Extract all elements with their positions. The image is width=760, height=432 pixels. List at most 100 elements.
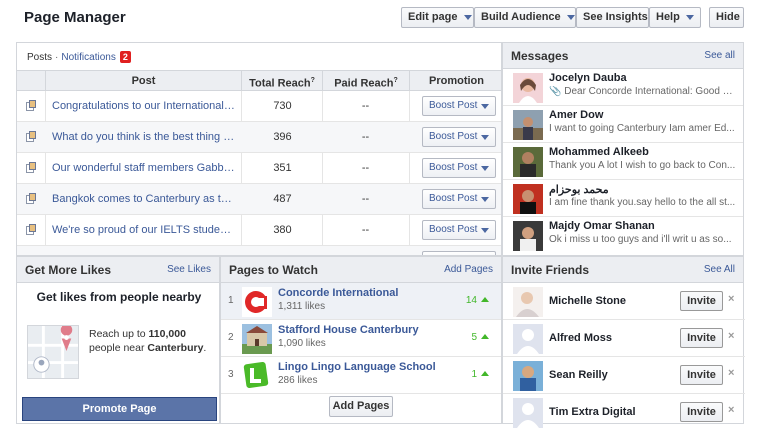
tab-notifications[interactable]: Notifications [61,52,115,63]
invite-button[interactable]: Invite [680,402,723,422]
invite-friends-header: Invite Friends See All [503,257,743,283]
pages-to-watch-panel: Pages to Watch Add Pages 1 Concorde Inte… [220,256,502,424]
message-item[interactable]: Jocelyn Dauba 📎 Dear Concorde Internatio… [503,69,743,106]
list-item[interactable]: 2 Stafford House Canterbury 1,090 likes … [221,320,501,357]
reach-text: Reach up to 110,000 people near Canterbu… [89,327,214,355]
close-icon[interactable]: × [728,330,734,342]
page-title: Page Manager [24,9,126,26]
help-button[interactable]: Help [649,7,701,28]
list-item[interactable]: 3 Lingo Lingo Language School 286 likes … [221,357,501,394]
col-total-reach-label: Total Reach [249,77,311,90]
total-reach-value: 487 [273,193,292,205]
page-likes: 286 likes [278,375,318,386]
stafford-house-logo-icon [242,324,272,354]
message-item[interactable]: محمد بوحزام I am fine thank you.say hell… [503,180,743,217]
table-row: Bangkok comes to Canterbury as the l... … [17,184,501,215]
total-reach-value: 396 [273,131,292,143]
see-insights-button[interactable]: See Insights [576,7,649,28]
reach-middle: people near [89,342,148,354]
rank-number: 1 [228,295,234,306]
friend-name: Sean Reilly [549,369,608,381]
hide-button[interactable]: Hide [709,7,744,28]
close-icon[interactable]: × [728,367,734,379]
post-link[interactable]: We're so proud of our IELTS students... [52,224,237,236]
friend-name: Tim Extra Digital [549,406,636,418]
arrow-up-icon [481,297,489,302]
growth-count: 1 [471,369,489,380]
reach-place: Canterbury [147,342,204,354]
post-type-icon [25,100,37,112]
page-name-link[interactable]: Stafford House Canterbury [278,324,419,336]
boost-post-button[interactable]: Boost Post [422,189,496,209]
posts-table-header: Post Total Reach? Paid Reach? Promotion [17,70,501,91]
post-link[interactable]: What do you think is the best thing ab..… [52,131,237,143]
invite-button[interactable]: Invite [680,328,723,348]
post-link[interactable]: Bangkok comes to Canterbury as the l... [52,193,237,205]
page-name-link[interactable]: Concorde International [278,287,398,299]
total-reach-value: 730 [273,100,292,112]
boost-post-button[interactable]: Boost Post [422,127,496,147]
lingo-lingo-logo-icon [242,361,272,391]
avatar [513,147,543,177]
page-name-link[interactable]: Lingo Lingo Language School [278,361,436,373]
post-type-icon [25,224,37,236]
get-likes-headline: Get likes from people nearby [36,290,202,304]
post-link[interactable]: Congratulations to our International Fo.… [52,100,237,112]
chevron-down-icon [481,135,489,140]
message-item[interactable]: Majdy Omar Shanan Ok i miss u too guys a… [503,217,743,254]
posts-panel: Posts · Notifications 2 Post Total Reach? P… [16,42,502,256]
invite-button[interactable]: Invite [680,291,723,311]
reach-number: 110,000 [148,328,186,340]
invite-friends-title: Invite Friends [511,263,590,277]
tab-posts[interactable]: Posts [27,52,52,63]
build-audience-button[interactable]: Build Audience [474,7,576,28]
table-row: We're so proud of our IELTS students... … [17,215,501,246]
paid-reach-value: -- [361,193,370,205]
message-item[interactable]: Mohammed Alkeeb Thank you A lot I wish t… [503,143,743,180]
add-pages-button[interactable]: Add Pages [329,396,393,417]
edit-page-button[interactable]: Edit page [401,7,474,28]
boost-post-button[interactable]: Boost Post [422,96,496,116]
boost-post-button[interactable]: Boost Post [422,158,496,178]
close-icon[interactable]: × [728,293,734,305]
rank-number: 3 [228,369,234,380]
growth-value: 5 [471,332,477,343]
chevron-down-icon [481,166,489,171]
see-all-friends-link[interactable]: See All [704,264,735,275]
message-item[interactable]: Amer Dow I want to going Canterbury Iam … [503,106,743,143]
reach-suffix: . [203,342,207,354]
col-post: Post [45,71,241,91]
friend-row: Alfred Moss Invite × [503,320,745,357]
col-promotion: Promotion [409,71,501,91]
post-link[interactable]: Our wonderful staff members Gabbi (It... [52,162,237,174]
table-row: Our wonderful staff members Gabbi (It...… [17,153,501,184]
reach-prefix: Reach up to [89,328,149,340]
total-reach-value: 351 [273,162,292,174]
friend-name: Alfred Moss [549,332,612,344]
paid-reach-value: -- [361,224,370,236]
arrow-up-icon [481,334,489,339]
avatar [513,287,543,317]
sender-name: Majdy Omar Shanan [549,220,655,232]
message-snippet: 📎 Dear Concorde International: Good Da..… [549,86,739,97]
col-post-label: Post [131,75,156,87]
boost-post-label: Boost Post [429,193,478,204]
avatar [513,184,543,214]
message-snippet: Ok i miss u too guys and i'll writ u as … [549,234,732,245]
boost-post-button[interactable]: Boost Post [422,220,496,240]
list-item[interactable]: 1 Concorde International 1,311 likes 14 [221,283,501,320]
see-likes-link[interactable]: See Likes [167,264,211,275]
add-pages-link[interactable]: Add Pages [444,264,493,275]
see-insights-label: See Insights [583,11,648,23]
close-icon[interactable]: × [728,404,734,416]
promote-page-button[interactable]: Promote Page [22,397,217,421]
help-icon[interactable]: ? [311,77,315,84]
help-icon[interactable]: ? [394,77,398,84]
page-header: Page Manager Edit page Build Audience Se… [0,0,760,38]
messages-panel: Messages See all Jocelyn Dauba 📎 Dear Co… [502,42,744,256]
invite-button[interactable]: Invite [680,365,723,385]
see-all-messages-link[interactable]: See all [704,50,735,61]
help-label: Help [656,11,680,23]
chevron-down-icon [685,14,694,20]
posts-tabs: Posts · Notifications 2 [27,51,131,63]
